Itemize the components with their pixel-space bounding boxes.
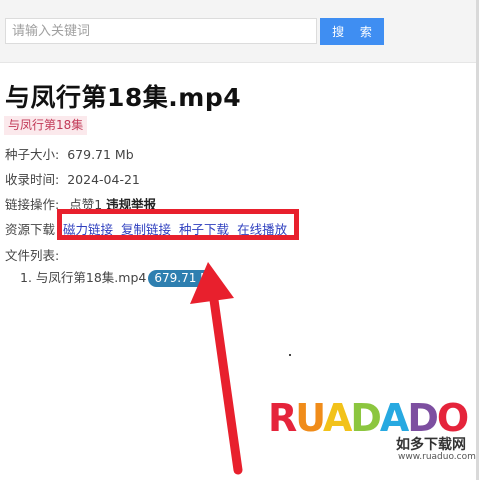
- watermark-url: www.ruaduo.com: [398, 452, 476, 462]
- watermark-logo: RUADADO 如多下载网 www.ruaduo.com: [268, 396, 476, 466]
- watermark-cn: 如多下载网: [396, 437, 466, 453]
- stray-dot: [289, 354, 291, 356]
